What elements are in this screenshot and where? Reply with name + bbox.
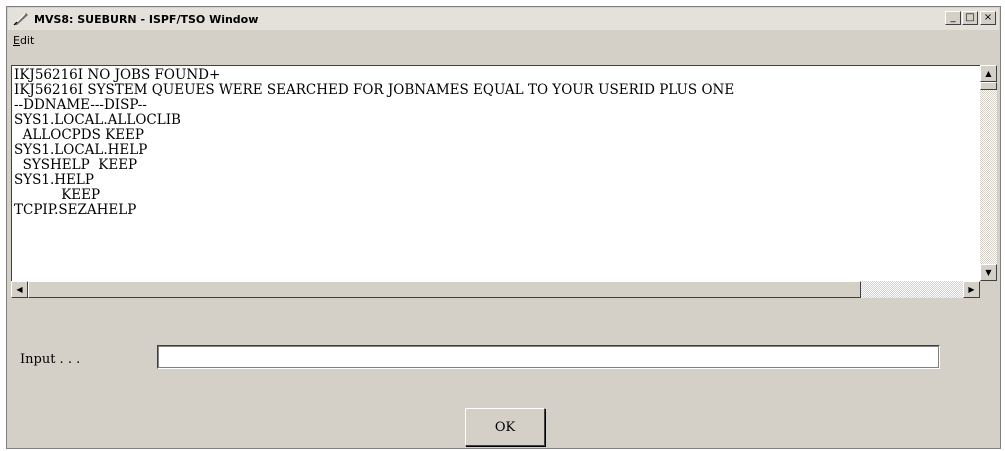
vertical-scroll-thumb[interactable] bbox=[980, 82, 997, 90]
close-button[interactable]: × bbox=[980, 11, 996, 25]
menu-edit[interactable]: Edit bbox=[8, 34, 39, 47]
window-title: MVS8: SUEBURN - ISPF/TSO Window bbox=[34, 12, 259, 26]
scroll-left-button[interactable]: ◀ bbox=[11, 281, 28, 298]
input-label: Input . . . bbox=[20, 352, 81, 367]
output-line: KEEP bbox=[14, 187, 101, 203]
scroll-right-button[interactable]: ▶ bbox=[963, 281, 980, 298]
ok-button-label: OK bbox=[494, 419, 516, 435]
scrollbar-corner bbox=[980, 281, 997, 298]
scroll-up-button[interactable]: ▲ bbox=[980, 65, 997, 82]
vertical-scrollbar[interactable]: ▲ ▼ bbox=[980, 65, 997, 281]
output-line: SYS1.LOCAL.HELP bbox=[14, 142, 148, 158]
minimize-button[interactable]: _ bbox=[945, 11, 961, 25]
maximize-icon: □ bbox=[965, 12, 975, 23]
minimize-icon: _ bbox=[950, 12, 956, 23]
output-line: --DDNAME---DISP-- bbox=[14, 97, 147, 113]
arrow-left-icon: ◀ bbox=[16, 285, 23, 294]
menu-bar: Edit bbox=[8, 31, 999, 49]
output-line: TCPIP.SEZAHELP bbox=[14, 202, 137, 218]
output-line: SYSHELP KEEP bbox=[14, 157, 138, 173]
window-controls: _ □ × bbox=[944, 11, 996, 25]
output-line: IKJ56216I SYSTEM QUEUES WERE SEARCHED FO… bbox=[14, 82, 735, 98]
arrow-down-icon: ▼ bbox=[985, 268, 992, 277]
arrow-up-icon: ▲ bbox=[985, 69, 992, 78]
maximize-button[interactable]: □ bbox=[962, 11, 978, 25]
horizontal-scrollbar[interactable]: ◀ ▶ bbox=[11, 281, 980, 298]
arrow-right-icon: ▶ bbox=[968, 285, 975, 294]
app-icon[interactable] bbox=[12, 11, 30, 27]
output-line: ALLOCPDS KEEP bbox=[14, 127, 144, 143]
menu-edit-mnemonic: E bbox=[13, 33, 20, 47]
scroll-down-button[interactable]: ▼ bbox=[980, 264, 997, 281]
output-line: IKJ56216I NO JOBS FOUND+ bbox=[14, 67, 221, 83]
output-panel[interactable]: IKJ56216I NO JOBS FOUND+ IKJ56216I SYSTEM… bbox=[11, 65, 980, 281]
horizontal-scroll-thumb[interactable] bbox=[28, 281, 861, 298]
ok-button[interactable]: OK bbox=[465, 408, 545, 446]
input-field[interactable] bbox=[157, 345, 940, 369]
output-text: IKJ56216I NO JOBS FOUND+ IKJ56216I SYSTEM… bbox=[12, 66, 980, 218]
close-icon: × bbox=[983, 12, 993, 23]
output-line: SYS1.LOCAL.ALLOCLIB bbox=[14, 112, 181, 128]
title-bar[interactable]: MVS8: SUEBURN - ISPF/TSO Window _ □ × bbox=[8, 8, 999, 30]
ispf-tso-window: MVS8: SUEBURN - ISPF/TSO Window _ □ × Ed… bbox=[6, 6, 1001, 449]
output-line: SYS1.HELP bbox=[14, 172, 94, 188]
menu-edit-label: dit bbox=[19, 33, 35, 47]
